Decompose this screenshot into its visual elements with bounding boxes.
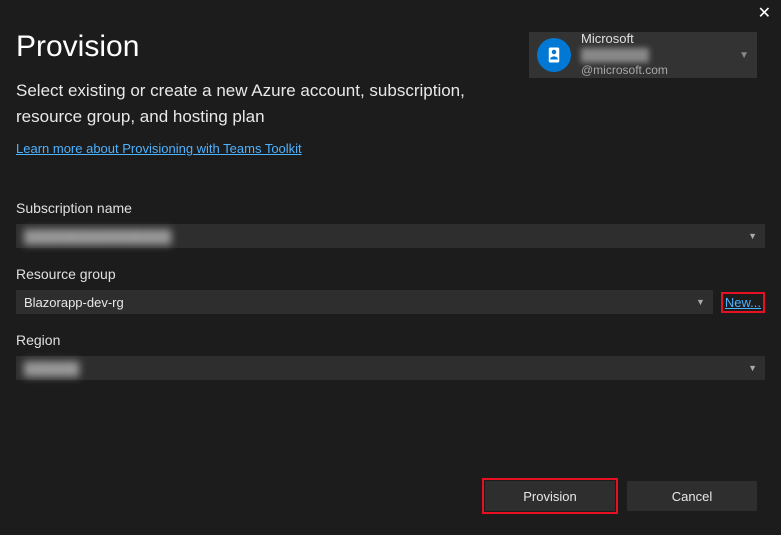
subscription-value: ████████████████ (24, 229, 171, 244)
account-selector[interactable]: Microsoft ████████@microsoft.com ▼ (529, 32, 757, 78)
region-dropdown[interactable]: ██████ ▼ (16, 356, 765, 380)
subscription-dropdown[interactable]: ████████████████ ▼ (16, 224, 765, 248)
chevron-down-icon: ▼ (748, 231, 757, 241)
cancel-button[interactable]: Cancel (627, 481, 757, 511)
page-subtitle: Select existing or create a new Azure ac… (16, 78, 516, 129)
region-value: ██████ (24, 361, 79, 376)
account-info: Microsoft ████████@microsoft.com (581, 31, 729, 79)
chevron-down-icon: ▼ (696, 297, 705, 307)
region-label: Region (16, 332, 765, 348)
chevron-down-icon: ▼ (748, 363, 757, 373)
account-email: ████████@microsoft.com (581, 48, 729, 79)
account-badge-icon (537, 38, 571, 72)
close-button[interactable]: ✕ (758, 6, 771, 22)
new-resource-group-link[interactable]: New... (725, 295, 761, 310)
resource-group-dropdown[interactable]: Blazorapp-dev-rg ▼ (16, 290, 713, 314)
resource-group-label: Resource group (16, 266, 765, 282)
chevron-down-icon: ▼ (739, 50, 749, 61)
new-resource-group-highlight: New... (721, 292, 765, 313)
account-org: Microsoft (581, 31, 729, 48)
resource-group-value: Blazorapp-dev-rg (24, 295, 124, 310)
learn-more-link[interactable]: Learn more about Provisioning with Teams… (16, 141, 302, 156)
provision-button[interactable]: Provision (485, 481, 615, 511)
subscription-label: Subscription name (16, 200, 765, 216)
footer-buttons: Provision Cancel (485, 481, 757, 511)
